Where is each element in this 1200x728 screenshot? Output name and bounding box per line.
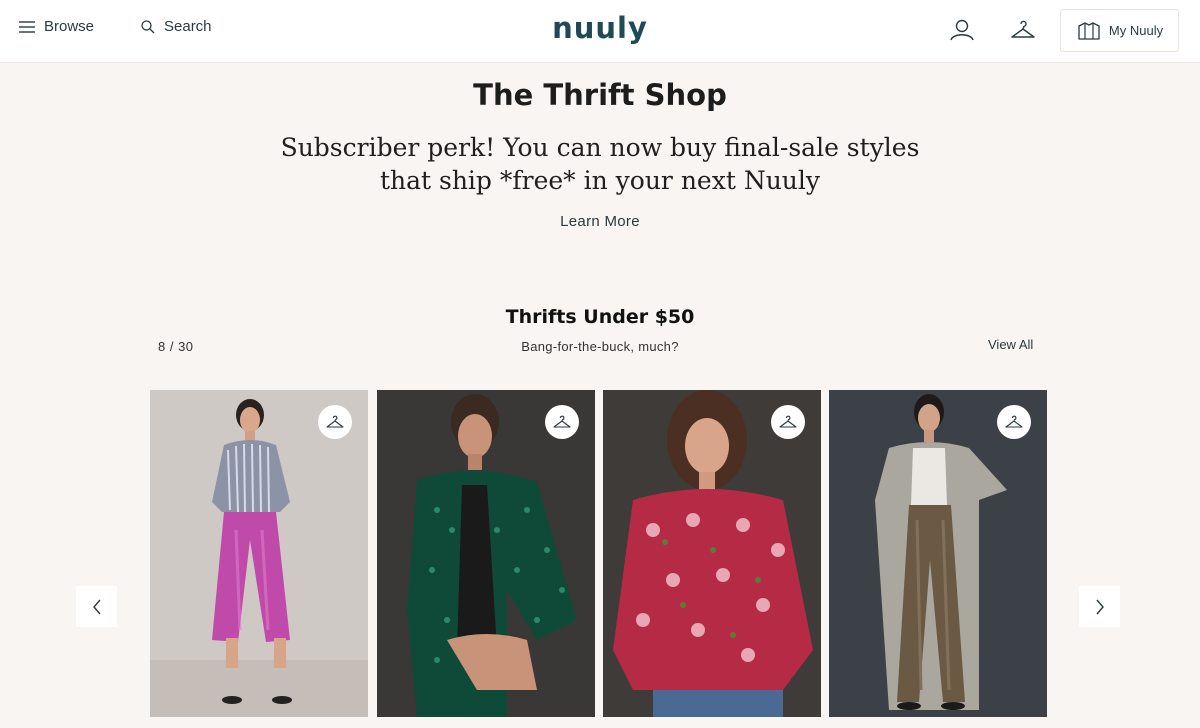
product-card[interactable] [377,390,595,717]
add-to-closet-button[interactable] [997,405,1031,439]
learn-more-link[interactable]: Learn More [560,213,640,230]
my-nuuly-label: My Nuuly [1108,23,1164,38]
page-title: The Thrift Shop [473,78,727,112]
add-to-closet-button[interactable] [318,405,352,439]
product-image [377,390,595,717]
hero-line-2: that ship *free* in your next Nuuly [379,166,821,195]
my-nuuly-button[interactable]: My Nuuly [1060,9,1179,52]
chevron-left-icon [92,599,101,614]
hero-message: Subscriber perk! You can now buy final-s… [0,131,1200,197]
site-header: Browse Search nuuly My Nuuly [0,0,1200,63]
hanger-icon [1005,415,1023,428]
learn-more-container: Learn More [0,213,1200,230]
hanger-icon [326,415,344,428]
carousel-next-button[interactable] [1079,586,1120,627]
chevron-right-icon [1095,599,1104,614]
hanger-icon [1011,20,1035,38]
product-image [150,390,368,717]
add-to-closet-button[interactable] [545,405,579,439]
hanger-icon [553,415,571,428]
hanger-icon [779,415,797,428]
hero-line-1: Subscriber perk! You can now buy final-s… [280,133,920,162]
product-image [829,390,1047,717]
product-card[interactable] [150,390,368,717]
section-title: Thrifts Under $50 [505,306,695,328]
product-card[interactable] [603,390,821,717]
view-all-link[interactable]: View All [988,337,1033,352]
account-button[interactable] [947,15,977,45]
box-icon [1078,21,1100,40]
carousel-prev-button[interactable] [76,586,117,627]
closet-button[interactable] [1008,15,1038,45]
product-card[interactable] [829,390,1047,717]
product-image [603,390,821,717]
add-to-closet-button[interactable] [771,405,805,439]
user-icon [950,19,974,41]
